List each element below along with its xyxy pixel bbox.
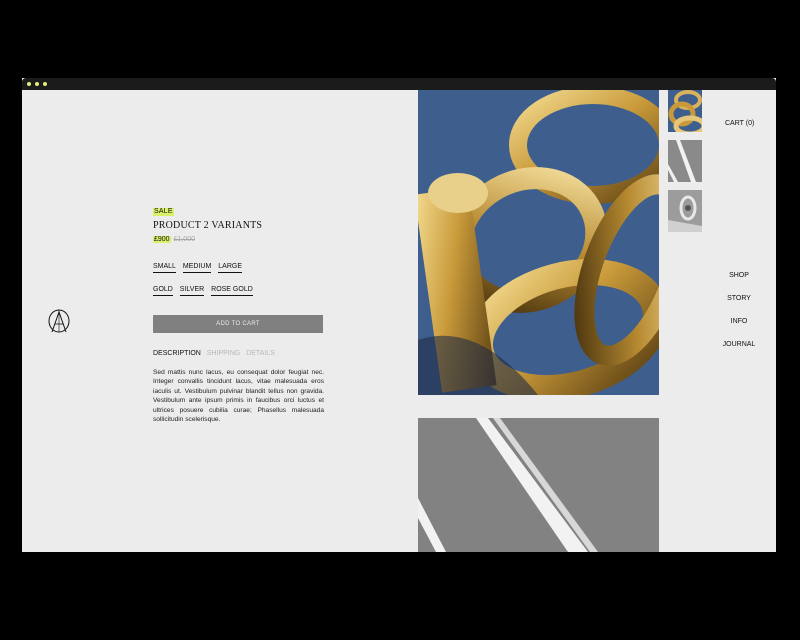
nav-story[interactable]: STORY: [712, 295, 766, 302]
cart-link[interactable]: CART (0): [725, 120, 754, 127]
nav-journal[interactable]: JOURNAL: [712, 341, 766, 348]
size-option-medium[interactable]: MEDIUM: [182, 262, 212, 273]
tab-shipping[interactable]: SHIPPING: [207, 350, 240, 357]
color-option-silver[interactable]: SILVER: [179, 285, 205, 296]
thumbnail-1[interactable]: [668, 90, 702, 132]
tab-description[interactable]: DESCRIPTION: [153, 350, 201, 357]
product-secondary-image[interactable]: [418, 418, 659, 552]
nav-info[interactable]: INFO: [712, 318, 766, 325]
tab-details[interactable]: DETAILS: [246, 350, 275, 357]
add-to-cart-button[interactable]: ADD TO CART: [153, 315, 323, 333]
title-bar: [22, 78, 776, 90]
product-title: PRODUCT 2 VARIANTS: [153, 220, 263, 231]
color-options: GOLD SILVER ROSE GOLD: [153, 285, 258, 296]
size-options: SMALL MEDIUM LARGE: [153, 262, 247, 273]
product-tabs: DESCRIPTION SHIPPING DETAILS: [153, 350, 279, 357]
compare-price: £1,000: [173, 236, 195, 243]
product-description: Sed mattis nunc lacus, eu consequat dolo…: [153, 369, 324, 424]
monogram-logo-icon[interactable]: [46, 308, 72, 334]
thumbnail-2[interactable]: [668, 140, 702, 182]
color-option-rose-gold[interactable]: ROSE GOLD: [211, 285, 253, 296]
size-option-large[interactable]: LARGE: [218, 262, 242, 273]
window-dot-icon[interactable]: [35, 82, 39, 86]
thumbnail-3[interactable]: [668, 190, 702, 232]
sale-badge: SALE: [153, 208, 174, 216]
size-option-small[interactable]: SMALL: [153, 262, 176, 273]
window-dot-icon[interactable]: [27, 82, 31, 86]
browser-window: SALE PRODUCT 2 VARIANTS £900 £1,000 SMALL…: [22, 78, 776, 552]
page-content: SALE PRODUCT 2 VARIANTS £900 £1,000 SMALL…: [22, 90, 776, 552]
color-option-gold[interactable]: GOLD: [153, 285, 173, 296]
product-main-image[interactable]: [418, 90, 659, 395]
window-dot-icon[interactable]: [43, 82, 47, 86]
sale-price: £900: [153, 236, 171, 243]
nav-shop[interactable]: SHOP: [712, 272, 766, 279]
product-price: £900 £1,000: [153, 236, 195, 243]
